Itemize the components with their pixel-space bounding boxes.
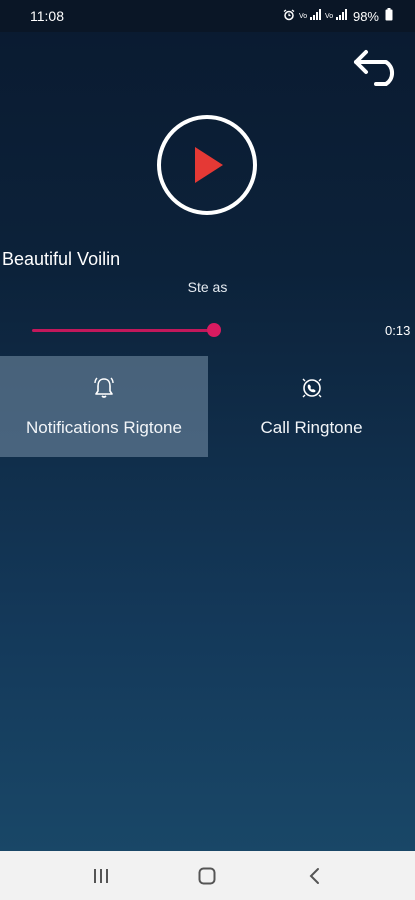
play-button[interactable] [157,115,257,215]
progress-track[interactable] [32,329,214,332]
status-bar: 11:08 Vo Vo 98% [0,0,415,32]
back-arrow-button[interactable] [350,42,406,88]
home-icon [198,867,216,884]
phone-ring-icon [302,378,321,397]
call-ringtone-option[interactable]: Call Ringtone [208,356,415,457]
notifications-ringtone-label: Notifications Rigtone [26,417,182,437]
system-nav-bar [0,851,415,900]
signal-icon: Vo [325,8,347,24]
recents-button[interactable] [81,856,121,896]
song-title: Beautiful Voilin [2,249,121,269]
back-icon [309,867,319,884]
bell-icon [94,377,114,398]
status-time: 11:08 [30,8,64,24]
time-label: 0:13 [385,323,411,338]
notifications-ringtone-option[interactable]: Notifications Rigtone [0,356,208,457]
signal-icon: Vo [299,8,321,24]
set-as-label: Ste as [187,279,228,295]
status-indicators: Vo Vo 98% [283,8,393,24]
battery-icon [385,8,393,24]
recents-icon [94,868,109,883]
play-icon [195,147,223,183]
home-button[interactable] [187,856,227,896]
svg-text:Vo: Vo [325,13,333,20]
call-ringtone-label: Call Ringtone [260,417,363,437]
progress-thumb[interactable] [207,323,221,337]
alarm-icon [283,8,295,24]
back-arrow-icon [354,50,394,86]
svg-text:Vo: Vo [299,13,307,20]
battery-percent: 98% [352,8,379,24]
nav-back-button[interactable] [294,856,334,896]
